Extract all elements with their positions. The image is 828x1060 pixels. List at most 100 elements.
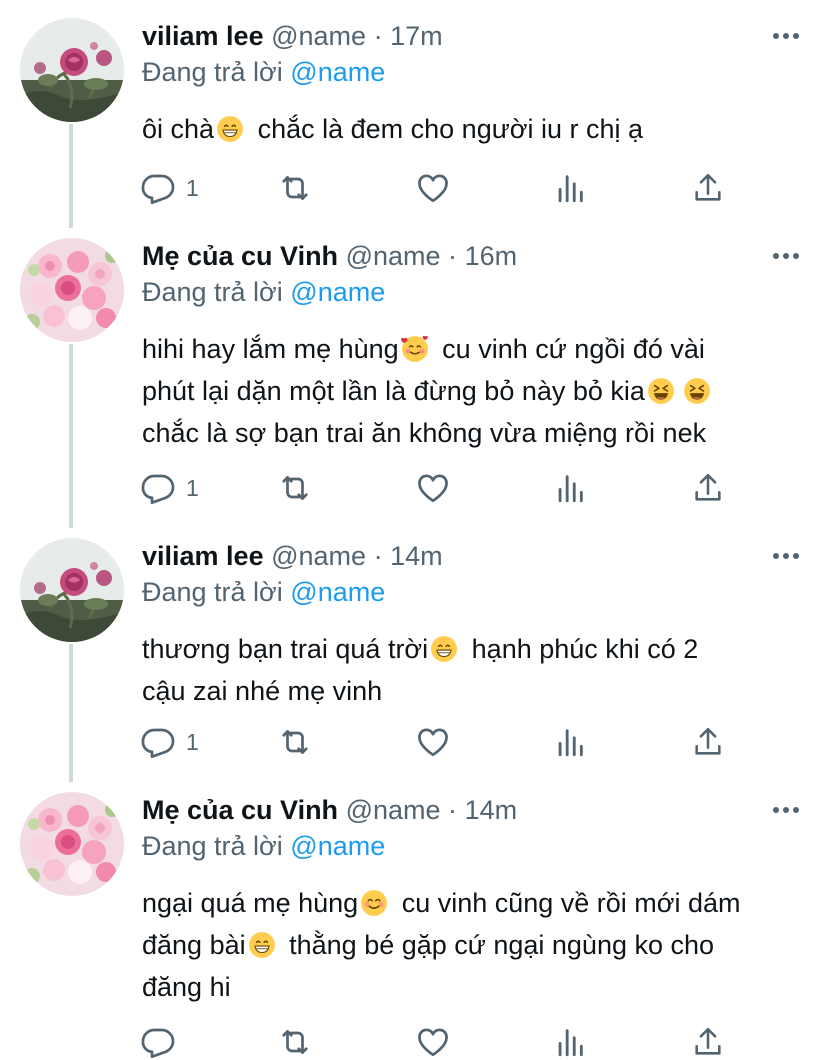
share-icon: [691, 171, 725, 205]
analytics-icon: [553, 171, 587, 205]
bouquet-avatar-image: [20, 792, 124, 896]
separator-dot: ·: [373, 21, 383, 51]
reply-button[interactable]: 1: [140, 170, 199, 206]
heart-icon: [415, 1024, 451, 1060]
more-icon[interactable]: [772, 26, 800, 46]
reply-count: 1: [186, 728, 199, 755]
text-segment: ngại quá mẹ hùng: [142, 888, 359, 918]
reply-button[interactable]: 1: [140, 470, 199, 506]
reply-icon: [140, 724, 176, 760]
text-segment: thương bạn trai quá trời: [142, 634, 429, 664]
timestamp[interactable]: 17m: [390, 21, 443, 51]
reply-prefix: Đang trả lời: [142, 57, 283, 87]
more-icon[interactable]: [772, 800, 800, 820]
text-segment: hihi hay lắm mẹ hùng: [142, 334, 399, 364]
reply-count: 1: [186, 474, 199, 501]
display-name[interactable]: viliam lee: [142, 21, 264, 51]
separator-dot: ·: [448, 795, 458, 825]
timestamp[interactable]: 14m: [465, 795, 518, 825]
bouquet-avatar-image: [20, 238, 124, 342]
share-button[interactable]: [691, 1024, 725, 1060]
heart-icon: [415, 724, 451, 760]
reply-icon: [140, 170, 176, 206]
analytics-icon: [553, 471, 587, 505]
share-button[interactable]: [691, 724, 725, 760]
reply-icon: [140, 470, 176, 506]
handle[interactable]: @name: [271, 541, 366, 571]
analytics-button[interactable]: [553, 170, 587, 206]
mention-link[interactable]: @name: [290, 831, 385, 861]
retweet-button[interactable]: [277, 724, 313, 760]
analytics-icon: [553, 725, 587, 759]
mention-link[interactable]: @name: [290, 577, 385, 607]
reply-prefix: Đang trả lời: [142, 577, 283, 607]
reply-prefix: Đang trả lời: [142, 831, 283, 861]
timestamp[interactable]: 14m: [390, 541, 443, 571]
handle[interactable]: @name: [346, 795, 441, 825]
squinting-face-emoji-icon: [683, 377, 711, 405]
text-segment: phút lại dặn một lần là đừng bỏ này bỏ k…: [142, 376, 645, 406]
analytics-button[interactable]: [553, 1024, 587, 1060]
timestamp[interactable]: 16m: [465, 241, 518, 271]
retweet-button[interactable]: [277, 1024, 313, 1060]
share-button[interactable]: [691, 170, 725, 206]
avatar[interactable]: [20, 18, 124, 122]
retweet-icon: [277, 724, 313, 760]
replying-to: Đang trả lời @name: [142, 828, 385, 864]
tweet-text: ôi chà chắc là đem cho người iu r chị ạ: [142, 108, 802, 150]
replying-to: Đang trả lời @name: [142, 574, 385, 610]
like-button[interactable]: [415, 470, 451, 506]
replying-to: Đang trả lời @name: [142, 274, 385, 310]
analytics-button[interactable]: [553, 470, 587, 506]
avatar[interactable]: [20, 792, 124, 896]
reply-button[interactable]: 1: [140, 724, 199, 760]
display-name[interactable]: Mẹ của cu Vinh: [142, 241, 338, 271]
text-segment: hạnh phúc khi có 2: [471, 634, 699, 664]
tweet-text: thương bạn trai quá trời hạnh phúc khi c…: [142, 628, 802, 712]
share-icon: [691, 471, 725, 505]
mention-link[interactable]: @name: [290, 57, 385, 87]
text-segment: đăng hi: [142, 972, 231, 1002]
tweet[interactable]: Mẹ của cu Vinh @name · 16m Đang trả lời …: [0, 238, 828, 518]
tweet-header: viliam lee @name · 14m: [142, 538, 778, 574]
like-button[interactable]: [415, 1024, 451, 1060]
text-segment: đăng bài: [142, 930, 246, 960]
tweet-text: hihi hay lắm mẹ hùng cu vinh cứ ngồi đó …: [142, 328, 802, 454]
display-name[interactable]: Mẹ của cu Vinh: [142, 795, 338, 825]
rose-avatar-image: [20, 538, 124, 642]
action-bar: 1: [140, 470, 740, 506]
reply-prefix: Đang trả lời: [142, 277, 283, 307]
handle[interactable]: @name: [271, 21, 366, 51]
text-segment: cậu zai nhé mẹ vinh: [142, 676, 383, 706]
reply-icon: [140, 1024, 176, 1060]
action-bar: 1: [140, 724, 740, 760]
avatar[interactable]: [20, 238, 124, 342]
display-name[interactable]: viliam lee: [142, 541, 264, 571]
rose-avatar-image: [20, 18, 124, 122]
like-button[interactable]: [415, 724, 451, 760]
more-icon[interactable]: [772, 546, 800, 566]
text-segment: cu vinh cũng về rồi mới dám: [401, 888, 741, 918]
avatar[interactable]: [20, 538, 124, 642]
analytics-button[interactable]: [553, 724, 587, 760]
share-button[interactable]: [691, 470, 725, 506]
retweet-icon: [277, 170, 313, 206]
text-segment: chắc là đem cho người iu r chị ạ: [257, 114, 644, 144]
tweet[interactable]: viliam lee @name · 14m Đang trả lời @nam…: [0, 538, 828, 772]
share-icon: [691, 725, 725, 759]
reply-button[interactable]: [140, 1024, 186, 1060]
tweet[interactable]: Mẹ của cu Vinh @name · 14m Đang trả lời …: [0, 792, 828, 1060]
like-button[interactable]: [415, 170, 451, 206]
retweet-button[interactable]: [277, 170, 313, 206]
handle[interactable]: @name: [346, 241, 441, 271]
retweet-button[interactable]: [277, 470, 313, 506]
smiling-face-emoji-icon: [360, 889, 388, 917]
more-icon[interactable]: [772, 246, 800, 266]
separator-dot: ·: [448, 241, 458, 271]
share-icon: [691, 1025, 725, 1059]
reply-count: 1: [186, 174, 199, 201]
text-segment: chắc là sợ bạn trai ăn không vừa miệng r…: [142, 418, 707, 448]
mention-link[interactable]: @name: [290, 277, 385, 307]
tweet[interactable]: viliam lee @name · 17m Đang trả lời @nam…: [0, 18, 828, 218]
tweet-header: Mẹ của cu Vinh @name · 16m: [142, 238, 778, 274]
